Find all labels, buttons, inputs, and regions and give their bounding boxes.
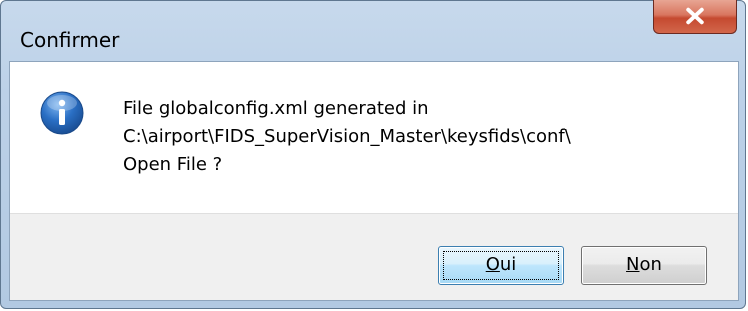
window-title: Confirmer — [20, 28, 120, 52]
info-icon — [40, 91, 84, 135]
dialog-client-area: File globalconfig.xml generated in C:\ai… — [9, 61, 739, 301]
dialog-window: Confirmer File globalconfig.xml generate… — [0, 0, 746, 309]
oui-button-label: Oui — [486, 254, 517, 275]
oui-mnemonic: O — [485, 254, 500, 275]
message-line-1: File globalconfig.xml generated in — [123, 98, 429, 119]
non-mnemonic: N — [626, 254, 640, 275]
message-area: File globalconfig.xml generated in C:\ai… — [10, 62, 738, 213]
oui-label-rest: ui — [499, 254, 517, 275]
non-button[interactable]: Non — [581, 246, 707, 285]
non-button-label: Non — [626, 254, 662, 275]
close-icon — [686, 7, 704, 25]
non-label-rest: on — [639, 254, 662, 275]
oui-button[interactable]: Oui — [438, 246, 564, 285]
message-line-2: C:\airport\FIDS_SuperVision_Master\keysf… — [123, 126, 571, 147]
close-button[interactable] — [653, 0, 737, 34]
button-bar: Oui Non — [10, 213, 738, 300]
message-line-3: Open File ? — [123, 154, 223, 175]
message-text: File globalconfig.xml generated in C:\ai… — [123, 95, 571, 179]
